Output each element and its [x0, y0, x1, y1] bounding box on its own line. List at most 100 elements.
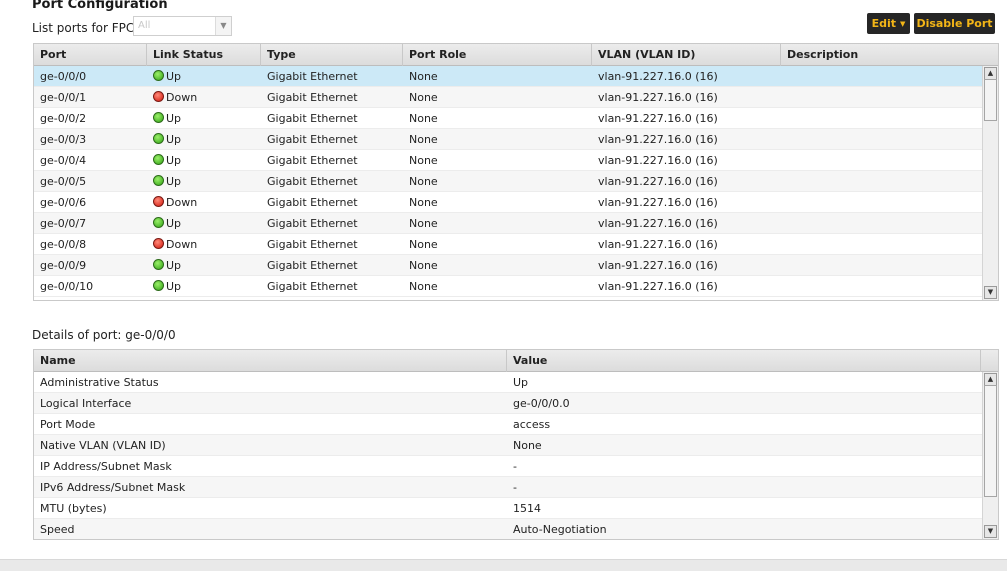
link-status-cell: Up	[147, 276, 261, 297]
link-status-text: Up	[166, 112, 182, 125]
link-status-cell: Up	[147, 129, 261, 150]
edit-button[interactable]: Edit ▼	[867, 13, 910, 34]
link-status-text: Up	[166, 259, 182, 272]
detail-row[interactable]: IP Address/Subnet Mask -	[34, 456, 982, 477]
port-cell: ge-0/0/6	[40, 196, 87, 209]
port-role-cell: None	[409, 112, 438, 125]
detail-row[interactable]: Speed Auto-Negotiation	[34, 519, 982, 539]
link-status-cell: Down	[147, 234, 261, 255]
disable-port-button[interactable]: Disable Port	[914, 13, 995, 34]
table-row[interactable]: ge-0/0/9 Up Gigabit Ethernet None vlan-91.22…	[34, 255, 982, 276]
chevron-down-icon[interactable]: ▼	[215, 17, 231, 35]
details-scrollbar[interactable]: ▲ ▼	[982, 372, 998, 539]
table-row[interactable]: ge-0/0/1 Down Gigabit Ethernet None vlan-91.…	[34, 87, 982, 108]
type-cell: Gigabit Ethernet	[267, 154, 358, 167]
column-header-vlan[interactable]: VLAN (VLAN ID)	[592, 44, 781, 66]
detail-value-cell: -	[513, 460, 517, 473]
detail-value-cell: 1514	[513, 502, 541, 515]
type-cell: Gigabit Ethernet	[267, 91, 358, 104]
description-cell	[781, 66, 984, 87]
details-grid: Name Value Administrative Status Up Logica…	[33, 349, 999, 540]
detail-row[interactable]: IPv6 Address/Subnet Mask -	[34, 477, 982, 498]
table-row[interactable]: ge-0/0/10 Up Gigabit Ethernet None vlan-91.2…	[34, 276, 982, 297]
detail-row[interactable]: Native VLAN (VLAN ID) None	[34, 435, 982, 456]
green-circle-icon	[153, 133, 164, 144]
port-role-cell: None	[409, 70, 438, 83]
details-grid-header: Name Value	[34, 350, 998, 372]
arrow-down-icon[interactable]: ▼	[984, 525, 997, 538]
detail-row[interactable]: MTU (bytes) 1514	[34, 498, 982, 519]
type-cell: Gigabit Ethernet	[267, 70, 358, 83]
fpc-filter-value: All	[138, 20, 151, 31]
description-cell	[781, 276, 984, 297]
details-scroll-thumb[interactable]	[984, 385, 997, 497]
table-row[interactable]: ge-0/0/3 Up Gigabit Ethernet None vlan-91.22…	[34, 129, 982, 150]
table-row[interactable]: ge-0/0/5 Up Gigabit Ethernet None vlan-91.22…	[34, 171, 982, 192]
detail-name-cell: Native VLAN (VLAN ID)	[40, 439, 166, 452]
detail-value-cell: ge-0/0/0.0	[513, 397, 570, 410]
port-role-cell: None	[409, 280, 438, 293]
type-cell: Gigabit Ethernet	[267, 196, 358, 209]
table-row[interactable]: ge-0/0/6 Down Gigabit Ethernet None vlan-91.…	[34, 192, 982, 213]
link-status-cell: Up	[147, 66, 261, 87]
table-row[interactable]: ge-0/0/4 Up Gigabit Ethernet None vlan-91.22…	[34, 150, 982, 171]
link-status-text: Up	[166, 280, 182, 293]
port-role-cell: None	[409, 259, 438, 272]
port-cell: ge-0/0/5	[40, 175, 87, 188]
detail-name-cell: Speed	[40, 523, 75, 536]
column-header-type[interactable]: Type	[261, 44, 403, 66]
description-cell	[781, 129, 984, 150]
green-circle-icon	[153, 280, 164, 291]
description-cell	[781, 150, 984, 171]
detail-row[interactable]: Logical Interface ge-0/0/0.0	[34, 393, 982, 414]
ports-scrollbar[interactable]: ▲ ▼	[982, 66, 998, 300]
port-cell: ge-0/0/9	[40, 259, 87, 272]
type-cell: Gigabit Ethernet	[267, 259, 358, 272]
description-cell	[781, 108, 984, 129]
column-header-description[interactable]: Description	[781, 44, 998, 66]
column-header-name[interactable]: Name	[34, 350, 507, 372]
green-circle-icon	[153, 259, 164, 270]
port-cell: ge-0/0/8	[40, 238, 87, 251]
link-status-cell: Up	[147, 150, 261, 171]
vlan-cell: vlan-91.227.16.0 (16)	[598, 196, 718, 209]
detail-name-cell: MTU (bytes)	[40, 502, 107, 515]
type-cell: Gigabit Ethernet	[267, 133, 358, 146]
detail-value-cell: -	[513, 481, 517, 494]
column-header-link-status[interactable]: Link Status	[147, 44, 261, 66]
vlan-cell: vlan-91.227.16.0 (16)	[598, 259, 718, 272]
table-row[interactable]: ge-0/0/2 Up Gigabit Ethernet None vlan-91.22…	[34, 108, 982, 129]
link-status-cell: Down	[147, 192, 261, 213]
link-status-cell: Up	[147, 255, 261, 276]
port-role-cell: None	[409, 217, 438, 230]
table-row[interactable]: ge-0/0/8 Down Gigabit Ethernet None vlan-91.…	[34, 234, 982, 255]
ports-scroll-thumb[interactable]	[984, 79, 997, 121]
table-row[interactable]: ge-0/0/0 Up Gigabit Ethernet None vlan-91.22…	[34, 66, 982, 87]
port-role-cell: None	[409, 154, 438, 167]
table-row[interactable]: ge-0/0/7 Up Gigabit Ethernet None vlan-91.22…	[34, 213, 982, 234]
detail-value-cell: None	[513, 439, 542, 452]
link-status-cell: Down	[147, 87, 261, 108]
column-header-port[interactable]: Port	[34, 44, 147, 66]
column-header-value[interactable]: Value	[507, 350, 981, 372]
edit-button-label: Edit	[871, 17, 897, 30]
port-cell: ge-0/0/10	[40, 280, 94, 293]
port-role-cell: None	[409, 196, 438, 209]
link-status-text: Up	[166, 217, 182, 230]
vlan-cell: vlan-91.227.16.0 (16)	[598, 133, 718, 146]
type-cell: Gigabit Ethernet	[267, 238, 358, 251]
fpc-filter-select[interactable]: All ▼	[133, 16, 232, 36]
page-title: Port Configuration	[32, 0, 168, 12]
details-title: Details of port: ge-0/0/0	[32, 328, 176, 342]
detail-value-cell: Up	[513, 376, 529, 389]
description-cell	[781, 234, 984, 255]
column-header-port-role[interactable]: Port Role	[403, 44, 592, 66]
detail-row[interactable]: Administrative Status Up	[34, 372, 982, 393]
vlan-cell: vlan-91.227.16.0 (16)	[598, 91, 718, 104]
port-role-cell: None	[409, 238, 438, 251]
arrow-down-icon[interactable]: ▼	[984, 286, 997, 299]
ports-grid-body: ge-0/0/0 Up Gigabit Ethernet None vlan-91.22…	[34, 66, 982, 300]
vlan-cell: vlan-91.227.16.0 (16)	[598, 280, 718, 293]
red-circle-icon	[153, 196, 164, 207]
detail-row[interactable]: Port Mode access	[34, 414, 982, 435]
